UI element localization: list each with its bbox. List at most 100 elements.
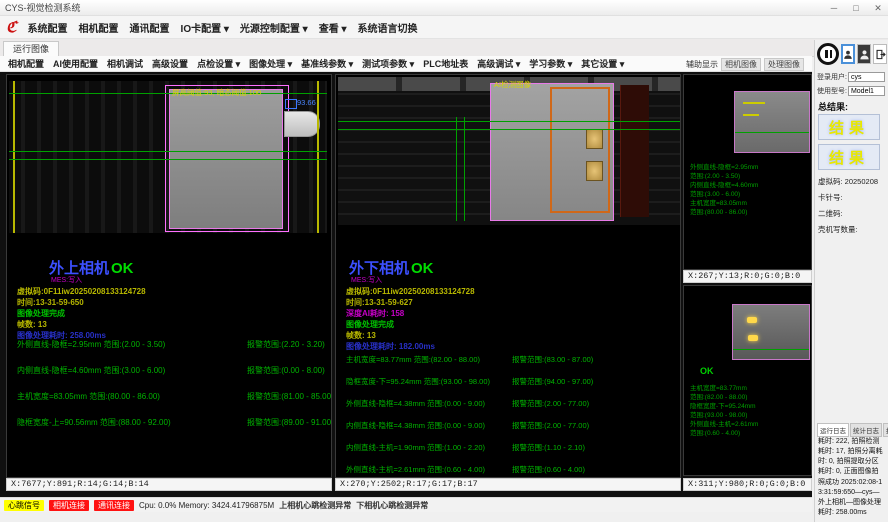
alarm-range: 报警范围:(94.00 - 97.00) xyxy=(512,376,593,387)
ai-elapsed-line: 深度AI耗时: 158 xyxy=(346,308,404,319)
baseline xyxy=(733,349,809,350)
frame-count-line: 帧数: 13 xyxy=(17,319,47,330)
status-bar: 心跳信号 相机连接 通讯连接 Cpu: 0.0% Memory: 3424.41… xyxy=(0,497,812,512)
alarm-range: 报警范围:(0.60 - 4.00) xyxy=(512,464,585,475)
tool-advanced-settings[interactable]: 高级设置 xyxy=(152,57,188,70)
pin-number-field: 卡针号: xyxy=(818,192,843,203)
gold-contact-pad xyxy=(586,129,603,149)
tab-run-image[interactable]: 运行图像 xyxy=(3,41,59,57)
connector-part xyxy=(284,111,320,137)
threshold-overlay-text: 屏高阈值:93, 暗态阈值:100 xyxy=(172,87,261,98)
menu-comm-config[interactable]: 通讯配置 xyxy=(130,20,170,35)
baseline xyxy=(735,132,809,133)
alarm-range: 报警范围:(2.20 - 3.20) xyxy=(247,339,325,350)
measurement-row: 内侧直线-隐框=4.60mm 范围:(3.00 - 6.00) 报警范围:(0.… xyxy=(17,365,329,375)
app-logo-icon: ℭ xyxy=(6,20,17,35)
log-output[interactable]: 耗时: 222, 拍照检测耗时: 17, 拍照分离耗时: 0, 拍照提取分区耗时… xyxy=(818,437,884,517)
model-input[interactable]: Model1 xyxy=(848,86,885,96)
side-camera-view-1[interactable]: 外侧直线-隐框=2.95mm 范围:(2.00 - 3.50) 内侧直线-隐框=… xyxy=(683,74,812,270)
log-tab-stats[interactable]: 统计日志 xyxy=(850,423,882,437)
highlight-spot xyxy=(747,317,757,323)
measurement-row: 外侧直线-主机=2.61mm 范围:(0.60 - 4.00) 报警范围:(0.… xyxy=(346,464,678,474)
upper-camera-warning: 上相机心跳检测异常 xyxy=(279,500,351,511)
window-title: CYS-视觉检测系统 xyxy=(5,3,81,13)
login-user-label: 登录用户: xyxy=(817,72,847,82)
mes-status: MES:写入 xyxy=(51,275,82,285)
menu-system-config[interactable]: 系统配置 xyxy=(28,20,68,35)
annotation-mark xyxy=(743,114,759,116)
log-tab-run[interactable]: 运行日志 xyxy=(817,423,849,437)
control-buttons xyxy=(817,43,887,65)
menu-language-switch[interactable]: 系统语言切换 xyxy=(358,20,418,35)
measurement-row: 主机宽度=83.05mm 范围:(80.00 - 86.00) 报警范围:(81… xyxy=(17,391,329,401)
exit-button[interactable] xyxy=(873,44,887,64)
left-camera-view[interactable]: 屏高阈值:93, 暗态阈值:100 93.66 外上相机OK MES:写入 虚拟… xyxy=(6,74,332,478)
tool-baseline-params[interactable]: 基准线参数 ▾ xyxy=(301,57,353,70)
total-result-label: 总结果: xyxy=(818,100,848,113)
measurement-text: 外侧直线-隐框=4.38mm 范围:(0.00 - 9.00) xyxy=(346,399,485,408)
tool-advanced-debug[interactable]: 高级调试 ▾ xyxy=(477,57,520,70)
menu-bar: ℭ 系统配置 相机配置 通讯配置 IO卡配置 ▾ 光源控制配置 ▾ 查看 ▾ 系… xyxy=(0,16,888,39)
virtual-code-line: 虚拟码:0F11iw20250208133124728 xyxy=(346,286,475,297)
tool-learning-params[interactable]: 学习参数 ▾ xyxy=(529,57,572,70)
alarm-range: 报警范围:(0.00 - 8.00) xyxy=(247,365,325,376)
log-tab-alarm[interactable]: 报警日志 xyxy=(883,423,888,437)
tab-strip: 运行图像 xyxy=(0,39,888,57)
user-login-button[interactable] xyxy=(841,44,855,64)
measurement-row: 外侧直线-隐框=2.95mm 范围:(2.00 - 3.50) 报警范围:(2.… xyxy=(17,339,329,349)
left-pixel-readout: X:7677;Y:891;R:14;G:14;B:14 xyxy=(6,478,332,491)
process-done-line: 图像处理完成 xyxy=(346,319,394,330)
maximize-button[interactable]: □ xyxy=(850,0,862,16)
ai-image-overlay-text: AI检测图像 xyxy=(494,79,531,90)
tool-ai-config[interactable]: AI使用配置 xyxy=(53,57,98,70)
baseline xyxy=(9,151,327,152)
result-status: OK xyxy=(111,260,134,277)
elapsed-line: 图像处理耗时: 182.00ms xyxy=(346,341,435,352)
menu-camera-config[interactable]: 相机配置 xyxy=(79,20,119,35)
close-button[interactable]: ✕ xyxy=(872,0,884,16)
baseline xyxy=(9,159,327,160)
side-result-status: OK xyxy=(700,366,714,376)
side-tabs-label: 辅助显示 xyxy=(686,59,718,70)
tool-test-params[interactable]: 测试项参数 ▾ xyxy=(362,57,414,70)
side-camera-image-2 xyxy=(732,304,810,360)
virtual-code-line: 虚拟码:0F11iw20250208133124728 xyxy=(17,286,146,297)
side-tab-processed-image[interactable]: 处理图像 xyxy=(764,58,804,71)
measurement-row: 隐框宽度-下=95.24mm 范围:(93.00 - 98.00) 报警范围:(… xyxy=(346,376,678,386)
alarm-range: 报警范围:(81.00 - 85.00) xyxy=(247,391,332,402)
tool-plc-address[interactable]: PLC地址表 xyxy=(423,57,468,70)
measurement-text: 主机宽度=83.77mm 范围:(82.00 - 88.00) xyxy=(346,355,480,364)
measurement-row: 隐框宽度-上=90.56mm 范围:(88.00 - 92.00) 报警范围:(… xyxy=(17,417,329,427)
measurement-text: 隐框宽度-上=90.56mm 范围:(88.00 - 92.00) xyxy=(17,418,171,427)
menu-io-config[interactable]: IO卡配置 ▾ xyxy=(181,20,229,35)
minimize-button[interactable]: ─ xyxy=(828,0,840,16)
comm-connection-badge: 通讯连接 xyxy=(94,500,134,511)
camera-connection-badge: 相机连接 xyxy=(49,500,89,511)
measurement-text: 内侧直线-隐框=4.38mm 范围:(0.00 - 9.00) xyxy=(346,421,485,430)
measurement-text: 隐框宽度-下=95.24mm 范围:(93.00 - 98.00) xyxy=(346,377,490,386)
tool-other-settings[interactable]: 其它设置 ▾ xyxy=(581,57,624,70)
login-user-input[interactable]: cys xyxy=(848,72,885,82)
side-camera-view-2[interactable]: OK 主机宽度=83.77mm 范围:(82.00 - 88.00) 隐框宽度-… xyxy=(683,285,812,476)
user-switch-button[interactable] xyxy=(857,44,871,64)
fixture-part xyxy=(620,85,649,217)
tool-spotcheck-settings[interactable]: 点检设置 ▾ xyxy=(197,57,240,70)
right-control-panel: 登录用户: cys 使用型号: Model1 总结果: 结果 结果 虚拟码: 2… xyxy=(814,40,888,522)
menu-light-config[interactable]: 光源控制配置 ▾ xyxy=(240,20,308,35)
content-area: 屏高阈值:93, 暗态阈值:100 93.66 外上相机OK MES:写入 虚拟… xyxy=(0,72,812,498)
middle-pixel-readout: X:270;Y:2502;R:17;G:17;B:17 xyxy=(335,478,681,491)
baseline-vertical xyxy=(464,117,465,221)
tool-image-processing[interactable]: 图像处理 ▾ xyxy=(249,57,292,70)
ruler-line-right xyxy=(317,81,319,233)
qr-code-field: 二维码: xyxy=(818,208,843,219)
model-row: 使用型号: Model1 xyxy=(817,85,885,96)
tool-camera-debug[interactable]: 相机调试 xyxy=(107,57,143,70)
side-tab-camera-image[interactable]: 相机图像 xyxy=(721,58,761,71)
tool-camera-config[interactable]: 相机配置 xyxy=(8,57,44,70)
process-done-line: 图像处理完成 xyxy=(17,308,65,319)
result-box-2: 结果 xyxy=(818,144,880,170)
pause-button[interactable] xyxy=(817,43,839,65)
middle-camera-view[interactable]: AI检测图像 外下相机OK MES:写入 虚拟码:0F11iw202502081… xyxy=(335,74,681,478)
menu-view[interactable]: 查看 ▾ xyxy=(319,20,347,35)
measurement-text: 内侧直线-隐框=4.60mm 范围:(3.00 - 6.00) xyxy=(17,366,165,375)
